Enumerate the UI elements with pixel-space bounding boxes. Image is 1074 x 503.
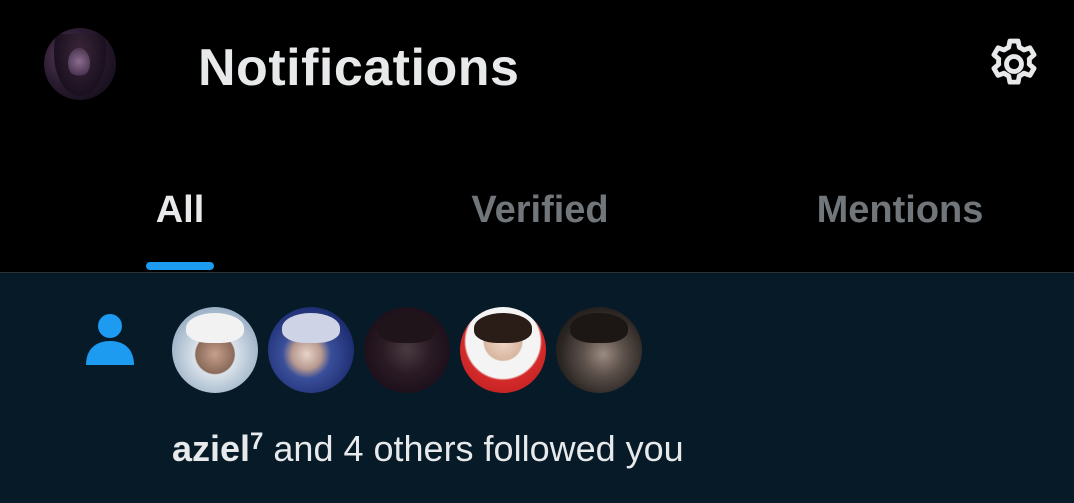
settings-button[interactable]	[980, 30, 1048, 98]
avatar-hair	[570, 313, 628, 343]
tab-all[interactable]: All	[120, 168, 240, 272]
notification-item[interactable]: aziel7 and 4 others followed you	[0, 273, 1074, 503]
notification-rest-text: and 4 others followed you	[263, 428, 684, 469]
follower-name[interactable]: aziel	[172, 428, 250, 469]
tab-label: All	[155, 189, 205, 231]
gear-icon	[991, 38, 1037, 85]
avatar-hair	[378, 313, 436, 343]
tab-label: Mentions	[816, 189, 984, 231]
avatar-face	[68, 48, 90, 78]
follower-avatar[interactable]	[556, 307, 642, 393]
tab-mentions[interactable]: Mentions	[780, 168, 1020, 272]
tab-verified[interactable]: Verified	[430, 168, 650, 272]
notification-text: aziel7 and 4 others followed you	[172, 419, 684, 472]
avatar-hair	[186, 313, 244, 343]
avatar-hair	[474, 313, 532, 343]
tab-label: Verified	[471, 189, 609, 231]
follower-avatar[interactable]	[268, 307, 354, 393]
person-icon	[86, 314, 134, 365]
follower-avatar[interactable]	[460, 307, 546, 393]
avatar-hair	[282, 313, 340, 343]
name-superscript: 7	[250, 428, 264, 455]
page-title: Notifications	[198, 39, 520, 97]
follower-avatar[interactable]	[172, 307, 258, 393]
profile-avatar[interactable]	[44, 28, 116, 100]
active-tab-indicator	[146, 262, 214, 270]
follower-avatar[interactable]	[364, 307, 450, 393]
top-header: Notifications	[0, 0, 1074, 140]
tab-bar: All Verified Mentions	[0, 168, 1074, 272]
